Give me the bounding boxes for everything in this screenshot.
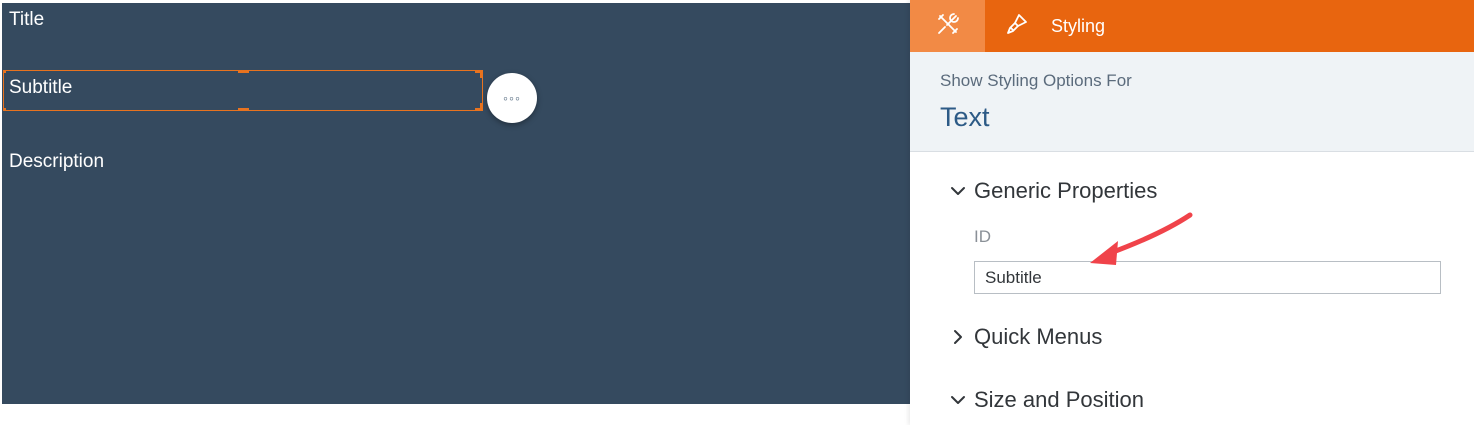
section-quick-menus[interactable]: Quick Menus (946, 324, 1102, 350)
tools-icon (935, 11, 961, 42)
more-icon: ◦◦◦ (503, 90, 521, 106)
styling-target-header: Show Styling Options For Text (910, 52, 1474, 152)
panel-tabbar: Styling (910, 0, 1474, 52)
section-quick-menus-label: Quick Menus (974, 324, 1103, 349)
resize-handle (480, 70, 483, 78)
tab-styling-label: Styling (1051, 15, 1106, 36)
designer-panel: Styling Show Styling Options For Text Ge… (910, 0, 1474, 425)
resize-handle[interactable] (3, 108, 6, 111)
section-generic-properties[interactable]: Generic Properties (946, 178, 1157, 204)
resize-handle[interactable] (238, 70, 249, 73)
id-field[interactable] (974, 261, 1441, 294)
brush-icon (1005, 12, 1029, 41)
show-styling-for-label: Show Styling Options For (940, 71, 1132, 90)
more-actions-button[interactable]: ◦◦◦ (487, 73, 537, 123)
description-widget[interactable]: Description (9, 151, 104, 173)
tab-builder[interactable] (910, 0, 985, 52)
chevron-right-icon (946, 325, 970, 349)
title-widget[interactable]: Title (9, 9, 44, 31)
id-field-label: ID (974, 227, 991, 246)
styling-target-type: Text (940, 102, 990, 132)
selection-frame[interactable] (3, 70, 483, 111)
resize-handle (480, 103, 483, 111)
chevron-down-icon (946, 179, 970, 203)
section-size-position-label: Size and Position (974, 387, 1144, 412)
chevron-down-icon (946, 388, 970, 412)
section-generic-label: Generic Properties (974, 178, 1158, 203)
tab-styling[interactable]: Styling (1005, 0, 1105, 52)
resize-handle[interactable] (3, 70, 6, 73)
resize-handle[interactable] (238, 108, 249, 111)
story-canvas[interactable]: Title Subtitle ◦◦◦ Description (2, 3, 910, 404)
section-size-position[interactable]: Size and Position (946, 387, 1144, 413)
